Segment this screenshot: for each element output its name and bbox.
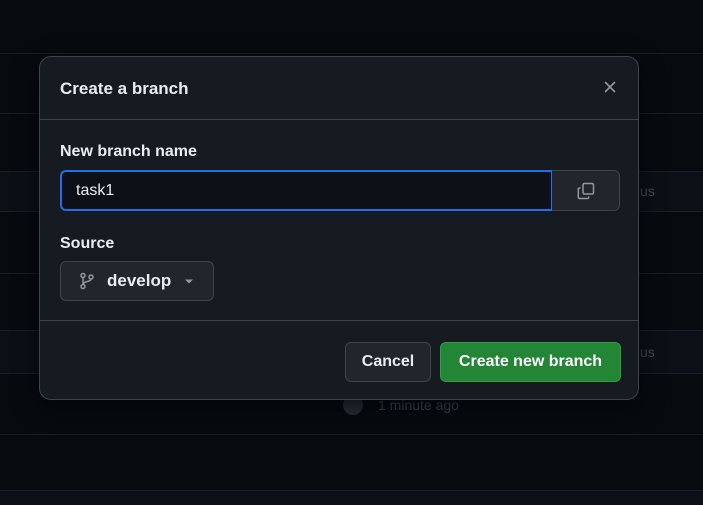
cancel-button[interactable]: Cancel xyxy=(345,342,431,382)
source-label: Source xyxy=(60,235,115,252)
source-branch-value: develop xyxy=(107,271,172,290)
triangle-down-icon xyxy=(185,279,194,284)
branch-name-group xyxy=(60,170,620,211)
copy-icon xyxy=(577,182,594,199)
copy-button[interactable] xyxy=(552,170,620,211)
dialog-footer: Cancel Create new branch xyxy=(40,320,638,399)
source-branch-dropdown[interactable]: develop xyxy=(60,261,215,301)
git-branch-icon xyxy=(80,272,94,290)
branch-name-label: New branch name xyxy=(60,143,197,160)
close-icon xyxy=(604,81,616,93)
branch-name-input[interactable] xyxy=(60,170,553,211)
dialog-title: Create a branch xyxy=(60,79,189,98)
create-new-branch-button[interactable]: Create new branch xyxy=(440,342,621,382)
create-branch-dialog: Create a branch New branch name Source d… xyxy=(39,56,639,400)
close-button[interactable] xyxy=(598,75,622,99)
dialog-header: Create a branch xyxy=(40,57,638,120)
